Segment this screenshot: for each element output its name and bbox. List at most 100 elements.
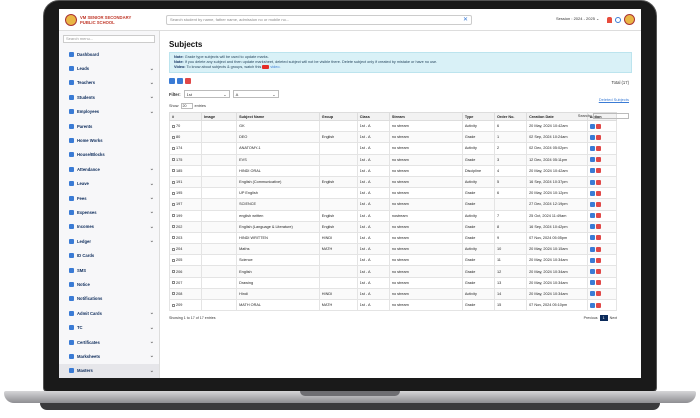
row-checkbox[interactable] bbox=[172, 225, 175, 229]
edit-icon[interactable] bbox=[589, 235, 595, 241]
delete-icon[interactable] bbox=[595, 224, 601, 230]
delete-icon[interactable] bbox=[595, 168, 601, 174]
sidebar-item-leave[interactable]: Leave ⌄ bbox=[59, 177, 159, 191]
row-checkbox[interactable] bbox=[172, 281, 175, 285]
add-subject-button[interactable] bbox=[169, 78, 175, 84]
delete-icon[interactable] bbox=[595, 157, 601, 163]
page-length-select[interactable]: 20 bbox=[180, 103, 193, 109]
edit-icon[interactable] bbox=[589, 201, 595, 207]
column-header[interactable]: # bbox=[168, 112, 203, 121]
sidebar-item-attendance[interactable]: Attendance ⌄ bbox=[59, 162, 159, 176]
sidebar-item-marksheets[interactable]: Marksheets ⌄ bbox=[59, 349, 159, 363]
delete-icon[interactable] bbox=[595, 291, 601, 297]
column-header[interactable]: Class bbox=[356, 112, 390, 121]
notification-bell-icon[interactable] bbox=[607, 16, 612, 23]
row-checkbox[interactable] bbox=[172, 169, 175, 173]
row-checkbox[interactable] bbox=[172, 158, 175, 162]
sidebar-item-home-works[interactable]: Home Works bbox=[59, 133, 159, 147]
row-checkbox[interactable] bbox=[172, 202, 175, 206]
deleted-subjects-link[interactable]: Deleted Subjects bbox=[599, 97, 629, 102]
avatar[interactable] bbox=[624, 14, 635, 25]
video-link[interactable]: video. bbox=[270, 65, 280, 69]
edit-icon[interactable] bbox=[589, 134, 595, 140]
section-filter-select[interactable]: A ⌄ bbox=[232, 90, 279, 98]
edit-icon[interactable] bbox=[589, 280, 595, 286]
row-checkbox[interactable] bbox=[172, 247, 175, 251]
edit-icon[interactable] bbox=[589, 246, 595, 252]
row-checkbox[interactable] bbox=[172, 180, 175, 184]
sidebar-item-id-cards[interactable]: ID Cards bbox=[59, 248, 159, 262]
column-header[interactable]: Image bbox=[201, 112, 238, 121]
sidebar-item-fees[interactable]: Fees ⌄ bbox=[59, 191, 159, 205]
edit-icon[interactable] bbox=[589, 302, 595, 308]
global-search-input[interactable]: Search student by name, father name, adm… bbox=[166, 14, 472, 25]
delete-icon[interactable] bbox=[595, 302, 601, 308]
row-checkbox[interactable] bbox=[172, 135, 175, 139]
sidebar-item-students[interactable]: Students ⌄ bbox=[59, 90, 159, 104]
row-checkbox[interactable] bbox=[172, 236, 175, 240]
edit-icon[interactable] bbox=[589, 269, 595, 275]
delete-icon[interactable] bbox=[595, 201, 601, 207]
sidebar-item-notice[interactable]: Notice bbox=[59, 277, 159, 291]
sidebar-item-incomes[interactable]: Incomes ⌄ bbox=[59, 220, 159, 234]
edit-icon[interactable] bbox=[589, 190, 595, 196]
sidebar-item-certificates[interactable]: Certificates ⌄ bbox=[59, 335, 159, 349]
current-page-button[interactable]: 1 bbox=[599, 315, 608, 322]
delete-icon[interactable] bbox=[595, 134, 601, 140]
edit-icon[interactable] bbox=[589, 224, 595, 230]
row-checkbox[interactable] bbox=[172, 292, 175, 296]
edit-icon[interactable] bbox=[589, 257, 595, 263]
column-header[interactable]: Group bbox=[318, 112, 358, 121]
row-checkbox[interactable] bbox=[172, 146, 175, 150]
youtube-icon[interactable] bbox=[262, 65, 270, 69]
sidebar-item-house-blocks[interactable]: House/Blocks bbox=[59, 148, 159, 162]
column-header[interactable]: Stream bbox=[388, 112, 463, 121]
session-selector[interactable]: Session : 2024 - 2025 ⌄ bbox=[556, 16, 599, 21]
edit-icon[interactable] bbox=[589, 145, 595, 151]
delete-icon[interactable] bbox=[595, 123, 601, 129]
next-page-button[interactable]: Next bbox=[610, 316, 617, 320]
sidebar-item-notifications[interactable]: Notifications bbox=[59, 292, 159, 306]
delete-icon[interactable] bbox=[595, 269, 601, 275]
table-search-input[interactable] bbox=[593, 113, 629, 119]
clear-search-icon[interactable]: ✕ bbox=[463, 16, 468, 25]
edit-icon[interactable] bbox=[589, 213, 595, 219]
prev-page-button[interactable]: Previous bbox=[584, 316, 598, 320]
row-checkbox[interactable] bbox=[172, 258, 175, 262]
delete-button[interactable] bbox=[185, 78, 191, 84]
class-filter-select[interactable]: 1st ⌄ bbox=[183, 90, 230, 98]
settings-gear-icon[interactable] bbox=[615, 16, 621, 23]
row-checkbox[interactable] bbox=[172, 303, 175, 307]
sidebar-item-ledger[interactable]: Ledger ⌄ bbox=[59, 234, 159, 248]
delete-icon[interactable] bbox=[595, 190, 601, 196]
row-checkbox[interactable] bbox=[172, 214, 175, 218]
sidebar-item-employees[interactable]: Employees ⌄ bbox=[59, 105, 159, 119]
column-header[interactable]: Subject Name bbox=[236, 112, 320, 121]
sidebar-item-sms[interactable]: SMS bbox=[59, 263, 159, 277]
column-header[interactable]: Type bbox=[461, 112, 495, 121]
sidebar-item-admit-cards[interactable]: Admit Cards ⌄ bbox=[59, 306, 159, 320]
delete-icon[interactable] bbox=[595, 257, 601, 263]
sidebar-item-dashboard[interactable]: Dashboard bbox=[59, 47, 159, 61]
row-checkbox[interactable] bbox=[172, 270, 175, 274]
delete-icon[interactable] bbox=[595, 280, 601, 286]
edit-icon[interactable] bbox=[589, 291, 595, 297]
delete-icon[interactable] bbox=[595, 246, 601, 252]
sidebar-item-parents[interactable]: Parents bbox=[59, 119, 159, 133]
edit-icon[interactable] bbox=[589, 157, 595, 163]
sidebar-item-teachers[interactable]: Teachers ⌄ bbox=[59, 76, 159, 90]
sidebar-item-leads[interactable]: Leads ⌄ bbox=[59, 61, 159, 75]
delete-icon[interactable] bbox=[595, 213, 601, 219]
edit-icon[interactable] bbox=[589, 168, 595, 174]
sidebar-item-tc[interactable]: TC ⌄ bbox=[59, 320, 159, 334]
edit-icon[interactable] bbox=[589, 179, 595, 185]
row-checkbox[interactable] bbox=[172, 124, 175, 128]
delete-icon[interactable] bbox=[595, 235, 601, 241]
delete-icon[interactable] bbox=[595, 145, 601, 151]
menu-search-input[interactable]: Search menu... bbox=[63, 35, 155, 43]
edit-button[interactable] bbox=[177, 78, 183, 84]
edit-icon[interactable] bbox=[589, 123, 595, 129]
delete-icon[interactable] bbox=[595, 179, 601, 185]
sidebar-item-masters[interactable]: Masters ⌄ bbox=[59, 363, 159, 378]
sidebar-item-expenses[interactable]: Expenses ⌄ bbox=[59, 205, 159, 219]
